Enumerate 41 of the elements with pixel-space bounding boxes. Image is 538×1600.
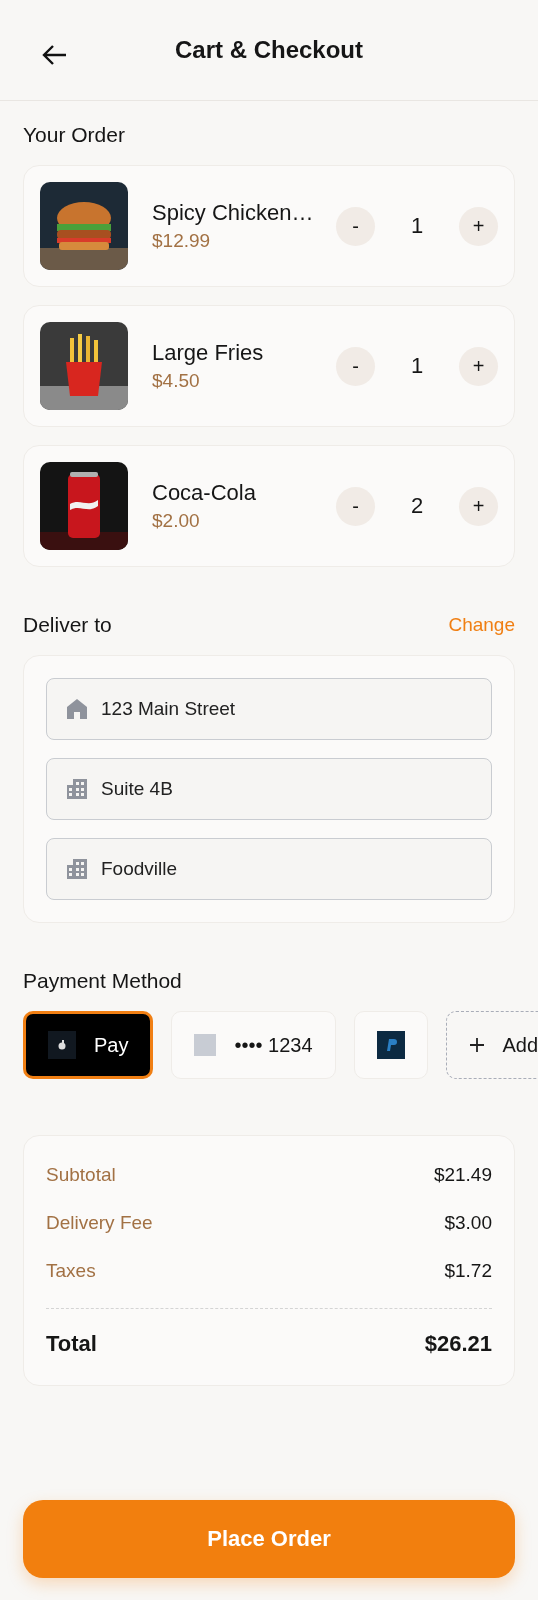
section-title: Deliver to — [23, 613, 112, 637]
item-quantity: 1 — [409, 213, 425, 239]
building-icon — [65, 857, 89, 881]
summary-label: Delivery Fee — [46, 1212, 153, 1234]
payment-option[interactable] — [353, 1011, 428, 1079]
apple-icon — [48, 1031, 76, 1059]
increase-button[interactable]: + — [459, 486, 498, 526]
card-icon — [194, 1034, 217, 1056]
item-name: Large Fries — [152, 340, 265, 366]
total-value: $26.21 — [424, 1331, 492, 1357]
payment-option[interactable]: Add — [445, 1011, 538, 1079]
item-price: $2.00 — [152, 510, 201, 532]
decrease-button[interactable]: - — [336, 346, 375, 386]
building-icon — [65, 777, 89, 801]
section-title: Payment Method — [23, 969, 183, 993]
item-price: $12.99 — [152, 230, 212, 252]
increase-button[interactable]: + — [459, 346, 498, 386]
summary-label: Subtotal — [46, 1164, 116, 1186]
address-field[interactable]: 123 Main Street — [46, 678, 492, 740]
total-label: Total — [46, 1331, 97, 1357]
decrease-button[interactable]: - — [336, 486, 375, 526]
item-name: Spicy Chicken… — [152, 200, 312, 226]
summary-value: $3.00 — [444, 1212, 492, 1234]
address-field[interactable]: Foodville — [46, 838, 492, 900]
item-quantity: 2 — [409, 493, 425, 519]
decrease-button[interactable]: - — [336, 206, 375, 246]
summary-value: $21.49 — [433, 1164, 492, 1186]
section-title: Your Order — [23, 123, 126, 147]
increase-button[interactable]: + — [459, 206, 498, 246]
page-title: Cart & Checkout — [175, 36, 363, 64]
paypal-icon — [376, 1031, 405, 1059]
item-name: Coca-Cola — [152, 480, 257, 506]
summary-label: Taxes — [46, 1260, 96, 1282]
summary-value: $1.72 — [444, 1260, 492, 1282]
plus-icon — [468, 1037, 485, 1053]
payment-option[interactable]: •••• 1234 — [171, 1011, 336, 1079]
payment-option[interactable]: Pay — [23, 1011, 154, 1079]
item-price: $4.50 — [152, 370, 201, 392]
address-field[interactable]: Suite 4B — [46, 758, 492, 820]
item-quantity: 1 — [409, 353, 425, 379]
home-icon — [65, 697, 89, 721]
